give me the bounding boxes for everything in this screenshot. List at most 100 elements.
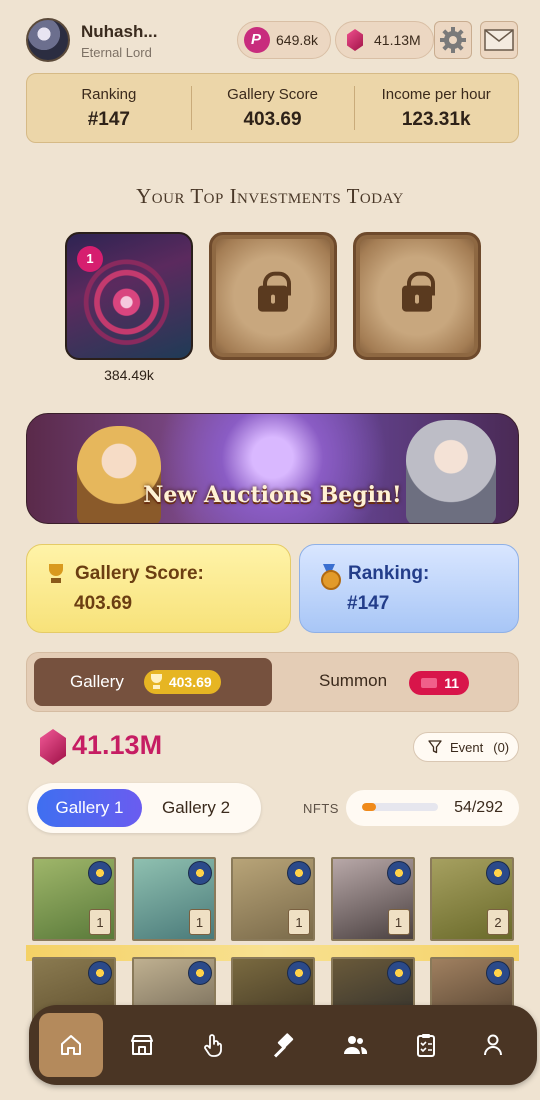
investments-title: Your Top Investments Today	[136, 184, 404, 208]
users-icon	[344, 1036, 368, 1054]
trophy-icon	[47, 564, 65, 584]
nav-home[interactable]	[39, 1013, 103, 1077]
user-name: Nuhash...	[81, 22, 158, 41]
nav-tasks[interactable]	[394, 1013, 458, 1077]
card-level: 1	[89, 909, 111, 935]
mail-button[interactable]	[480, 21, 518, 59]
stat-label: Ranking	[81, 86, 137, 103]
coin-amount: 649.8k	[276, 32, 319, 48]
stat-gallery-score: Gallery Score 403.69	[190, 74, 355, 142]
ranking-label: Ranking:	[348, 563, 430, 584]
gem-amount: 41.13M	[374, 32, 421, 48]
filter-icon	[428, 740, 442, 754]
locked-slot	[209, 232, 337, 360]
gem-icon	[342, 27, 368, 53]
element-badge-icon	[287, 861, 311, 885]
cat-girl-illustration	[77, 426, 161, 523]
card-level: 1	[387, 909, 410, 935]
coin-icon	[244, 27, 270, 53]
gallery-score-badge: 403.69	[143, 670, 221, 694]
tab-gallery[interactable]: Gallery 403.69	[34, 658, 272, 706]
settings-button[interactable]	[434, 21, 472, 59]
tab-gallery-label: Gallery	[70, 672, 124, 691]
investment-card[interactable]: 1	[65, 232, 193, 360]
gem-icon	[40, 729, 66, 765]
gallery-1-button[interactable]: Gallery 1	[37, 789, 142, 827]
user-title: Eternal Lord	[81, 45, 152, 60]
bottom-nav	[29, 1005, 537, 1085]
nfts-fill	[362, 803, 377, 811]
nfts-track	[362, 803, 438, 811]
stat-ranking: Ranking #147	[27, 74, 191, 142]
banner-text: New Auctions Begin!	[143, 482, 402, 508]
card-level: 1	[288, 909, 310, 935]
header: Nuhash... Eternal Lord 649.8k 41.13M	[26, 18, 520, 64]
stats-bar: Ranking #147 Gallery Score 403.69 Income…	[26, 73, 519, 143]
gallery-switch: Gallery 1 Gallery 2	[28, 783, 261, 833]
clipboard-icon	[417, 1034, 435, 1057]
lock-icon	[258, 271, 291, 312]
gallery-score-label: Gallery Score:	[75, 563, 204, 584]
locked-slot	[353, 232, 481, 360]
element-badge-icon	[187, 961, 212, 985]
nav-friends[interactable]	[323, 1013, 387, 1077]
ranking-value: #147	[347, 593, 390, 614]
nft-card[interactable]: 1	[32, 857, 116, 941]
nft-card[interactable]: 2	[430, 857, 514, 941]
gallery-score-value: 403.69	[74, 593, 133, 614]
nfts-label: NFTS	[303, 801, 339, 816]
stat-label: Income per hour	[381, 86, 491, 103]
ranking-card[interactable]: Ranking: #147	[299, 544, 519, 633]
investment-value: 384.49k	[104, 367, 154, 383]
stat-income: Income per hour 123.31k	[354, 74, 518, 142]
card-level: 1	[188, 909, 211, 935]
medal-icon	[320, 564, 341, 590]
event-filter-label: Event	[450, 739, 484, 755]
element-badge-icon	[386, 861, 411, 885]
stat-value: 403.69	[243, 109, 302, 130]
stat-value: #147	[87, 109, 130, 130]
user-icon	[484, 1034, 502, 1056]
trophy-icon	[150, 674, 164, 690]
gem-total: 41.13M	[72, 730, 163, 760]
nfts-progress: 54/292	[346, 790, 519, 826]
rank-badge: 1	[77, 246, 103, 272]
element-badge-icon	[187, 861, 212, 885]
tab-summon[interactable]: Summon	[319, 671, 387, 691]
event-filter-button[interactable]: Event (0)	[413, 732, 519, 762]
nft-card[interactable]: 1	[231, 857, 315, 941]
gallery-summon-tabs: Gallery 403.69 Summon 11	[26, 652, 519, 712]
element-badge-icon	[486, 961, 510, 985]
stat-value: 123.31k	[401, 109, 471, 130]
event-filter-count: (0)	[493, 739, 510, 755]
element-badge-icon	[287, 961, 311, 985]
knight-illustration	[406, 420, 496, 523]
nft-card[interactable]: 1	[131, 857, 216, 941]
nav-profile[interactable]	[461, 1013, 525, 1077]
envelope-icon	[484, 29, 514, 51]
auction-banner[interactable]: New Auctions Begin!	[26, 413, 519, 524]
element-badge-icon	[88, 961, 112, 985]
gallery-2-button[interactable]: Gallery 2	[162, 789, 230, 827]
shop-icon	[131, 1035, 153, 1055]
summon-ticket-badge: 11	[409, 671, 469, 695]
nav-auction[interactable]	[252, 1013, 316, 1077]
nft-card[interactable]: 1	[330, 857, 415, 941]
hand-pointer-icon	[204, 1034, 222, 1057]
gallery-score-badge-value: 403.69	[168, 674, 212, 690]
lock-icon	[402, 271, 435, 312]
nfts-count: 54/292	[454, 799, 503, 816]
gallery-score-card[interactable]: Gallery Score: 403.69	[26, 544, 291, 633]
gem-balance[interactable]: 41.13M	[335, 21, 434, 59]
element-badge-icon	[386, 961, 411, 985]
nav-shop[interactable]	[110, 1013, 174, 1077]
element-badge-icon	[486, 861, 510, 885]
nav-tap[interactable]	[181, 1013, 245, 1077]
avatar[interactable]	[26, 18, 70, 62]
card-level: 2	[487, 909, 509, 935]
coin-balance[interactable]: 649.8k	[237, 21, 332, 59]
home-icon	[61, 1035, 81, 1055]
gear-icon	[440, 27, 466, 53]
gavel-icon	[273, 1033, 294, 1058]
element-badge-icon	[88, 861, 112, 885]
